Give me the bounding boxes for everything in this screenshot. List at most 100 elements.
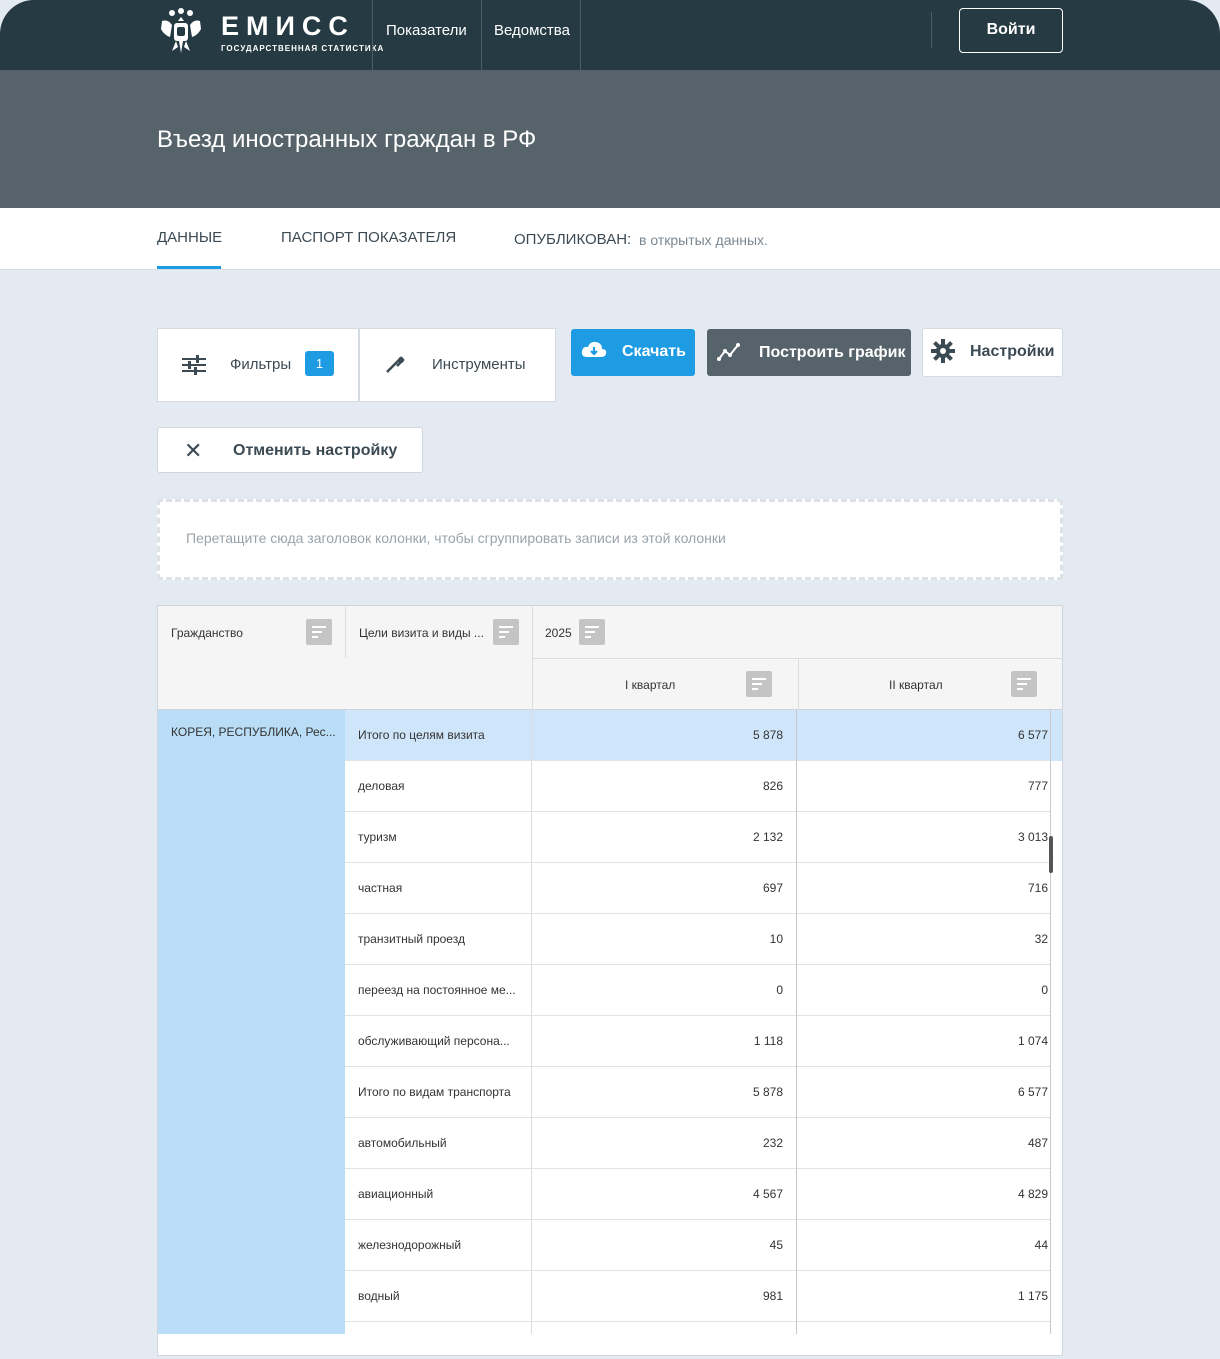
page-title: Въезд иностранных граждан в РФ bbox=[157, 126, 537, 153]
cell-q2: 777 bbox=[1027, 779, 1048, 793]
cloud-download-icon bbox=[581, 341, 607, 357]
cell-q2: 487 bbox=[1027, 1136, 1048, 1150]
column-divider bbox=[345, 606, 346, 658]
table-row[interactable]: частная 697 716 bbox=[345, 863, 1062, 914]
header-q1[interactable]: I квартал bbox=[625, 678, 675, 692]
header-year[interactable]: 2025 bbox=[545, 626, 572, 640]
gear-icon bbox=[931, 339, 955, 363]
cell-q2: 32 bbox=[1034, 932, 1048, 946]
build-chart-button[interactable]: Построить график bbox=[707, 329, 911, 376]
filter-sort-icon[interactable] bbox=[493, 619, 519, 645]
table-row[interactable]: транзитный проезд 10 32 bbox=[345, 914, 1062, 965]
published-value: в открытых данных. bbox=[639, 232, 768, 248]
active-tab-indicator bbox=[157, 266, 221, 269]
cell-q2: 1 074 bbox=[1017, 1034, 1048, 1048]
published-label: Опубликован: bbox=[514, 231, 632, 248]
cell-q1: 232 bbox=[762, 1136, 783, 1150]
country-label: КОРЕЯ, РЕСПУБЛИКА, Рес... bbox=[171, 725, 336, 739]
coat-of-arms-icon[interactable] bbox=[158, 7, 204, 55]
filter-sort-icon[interactable] bbox=[1011, 671, 1037, 697]
row-label: транзитный проезд bbox=[358, 932, 465, 946]
filters-tab[interactable]: Фильтры 1 bbox=[157, 328, 359, 402]
top-navbar: ЕМИСС ГОСУДАРСТВЕННАЯ СТАТИСТИКА Показат… bbox=[0, 0, 1220, 70]
settings-label: Настройки bbox=[970, 343, 1055, 360]
tools-tab[interactable]: Инструменты bbox=[359, 328, 556, 402]
table-row[interactable]: автомобильный 232 487 bbox=[345, 1118, 1062, 1169]
page-header: Въезд иностранных граждан в РФ bbox=[0, 70, 1220, 208]
row-label: обслуживающий персона... bbox=[358, 1034, 510, 1048]
app-frame: ЕМИСС ГОСУДАРСТВЕННАЯ СТАТИСТИКА Показат… bbox=[0, 0, 1220, 1359]
filter-sort-icon[interactable] bbox=[306, 619, 332, 645]
table-row[interactable]: туризм 2 132 3 013 bbox=[345, 812, 1062, 863]
cell-q1: 10 bbox=[769, 932, 783, 946]
cell-q2: 716 bbox=[1027, 881, 1048, 895]
header-q2[interactable]: II квартал bbox=[889, 678, 943, 692]
cell-q2: 6 577 bbox=[1017, 1085, 1048, 1099]
table-row[interactable]: железнодорожный 45 44 bbox=[345, 1220, 1062, 1271]
filter-sort-icon[interactable] bbox=[579, 619, 605, 645]
tools-label: Инструменты bbox=[432, 356, 526, 373]
close-icon: ✕ bbox=[184, 438, 203, 463]
row-label: Итого по целям визита bbox=[358, 728, 485, 742]
cell-q1: 5 878 bbox=[752, 728, 783, 742]
row-divider bbox=[345, 1321, 1050, 1322]
tab-data[interactable]: Данные bbox=[157, 229, 222, 246]
column-divider bbox=[796, 710, 797, 1334]
brand-subtitle: ГОСУДАРСТВЕННАЯ СТАТИСТИКА bbox=[221, 44, 385, 53]
group-drop-hint: Перетащите сюда заголовок колонки, чтобы… bbox=[186, 530, 726, 546]
cell-q2: 3 013 bbox=[1017, 830, 1048, 844]
table-row[interactable]: обслуживающий персона... 1 118 1 074 bbox=[345, 1016, 1062, 1067]
country-cell[interactable]: КОРЕЯ, РЕСПУБЛИКА, Рес... bbox=[158, 710, 345, 1334]
filters-label: Фильтры bbox=[230, 356, 292, 373]
cell-q2: 0 bbox=[1041, 983, 1048, 997]
sliders-icon bbox=[182, 355, 206, 375]
nav-divider bbox=[481, 0, 482, 70]
login-button[interactable]: Войти bbox=[959, 8, 1063, 53]
table-row[interactable]: Итого по видам транспорта 5 878 6 577 bbox=[345, 1067, 1062, 1118]
nav-divider bbox=[372, 0, 373, 70]
data-grid: Гражданство Цели визита и виды ... 2025 … bbox=[157, 605, 1063, 1356]
scrollbar-thumb[interactable] bbox=[1049, 836, 1053, 873]
download-label: Скачать bbox=[622, 343, 686, 360]
cell-q1: 5 878 bbox=[752, 1085, 783, 1099]
row-label: деловая bbox=[358, 779, 405, 793]
table-row[interactable]: деловая 826 777 bbox=[345, 761, 1062, 812]
tab-passport[interactable]: Паспорт показателя bbox=[281, 229, 456, 246]
cell-q1: 45 bbox=[769, 1238, 783, 1252]
column-divider bbox=[798, 658, 799, 710]
table-row[interactable]: авиационный 4 567 4 829 bbox=[345, 1169, 1062, 1220]
table-row[interactable]: Итого по целям визита 5 878 6 577 bbox=[345, 710, 1062, 761]
header-purpose[interactable]: Цели визита и виды ... bbox=[359, 626, 484, 640]
cell-q1: 697 bbox=[762, 881, 783, 895]
settings-button[interactable]: Настройки bbox=[922, 328, 1063, 377]
row-label: переезд на постоянное ме... bbox=[358, 983, 516, 997]
row-label: железнодорожный bbox=[358, 1238, 462, 1252]
line-chart-icon bbox=[717, 343, 740, 361]
row-label: Итого по видам транспорта bbox=[358, 1085, 511, 1099]
tabs-bar: Данные Паспорт показателя Опубликован: в… bbox=[0, 208, 1220, 270]
header-citizenship[interactable]: Гражданство bbox=[171, 626, 243, 640]
download-button[interactable]: Скачать bbox=[571, 329, 695, 376]
filter-sort-icon[interactable] bbox=[746, 671, 772, 697]
cell-q2: 44 bbox=[1034, 1238, 1048, 1252]
group-drop-zone[interactable]: Перетащите сюда заголовок колонки, чтобы… bbox=[157, 499, 1063, 580]
nav-divider bbox=[931, 12, 932, 48]
cell-q1: 981 bbox=[762, 1289, 783, 1303]
row-label: авиационный bbox=[358, 1187, 434, 1201]
brand-title: ЕМИСС bbox=[221, 11, 355, 41]
nav-link-indicators[interactable]: Показатели bbox=[386, 22, 467, 39]
row-label: водный bbox=[358, 1289, 400, 1303]
cell-q1: 2 132 bbox=[752, 830, 783, 844]
table-row[interactable]: переезд на постоянное ме... 0 0 bbox=[345, 965, 1062, 1016]
cell-q1: 826 bbox=[762, 779, 783, 793]
cell-q1: 0 bbox=[776, 983, 783, 997]
table-row[interactable]: водный 981 1 175 bbox=[345, 1271, 1062, 1322]
row-label: туризм bbox=[358, 830, 397, 844]
reset-settings-label: Отменить настройку bbox=[233, 442, 398, 459]
reset-settings-button[interactable]: ✕ Отменить настройку bbox=[157, 427, 423, 473]
nav-link-departments[interactable]: Ведомства bbox=[494, 22, 570, 39]
column-divider bbox=[531, 710, 532, 1334]
scrollbar-track[interactable] bbox=[1050, 710, 1051, 1334]
cell-q2: 1 175 bbox=[1017, 1289, 1048, 1303]
filters-count-badge: 1 bbox=[305, 351, 334, 376]
